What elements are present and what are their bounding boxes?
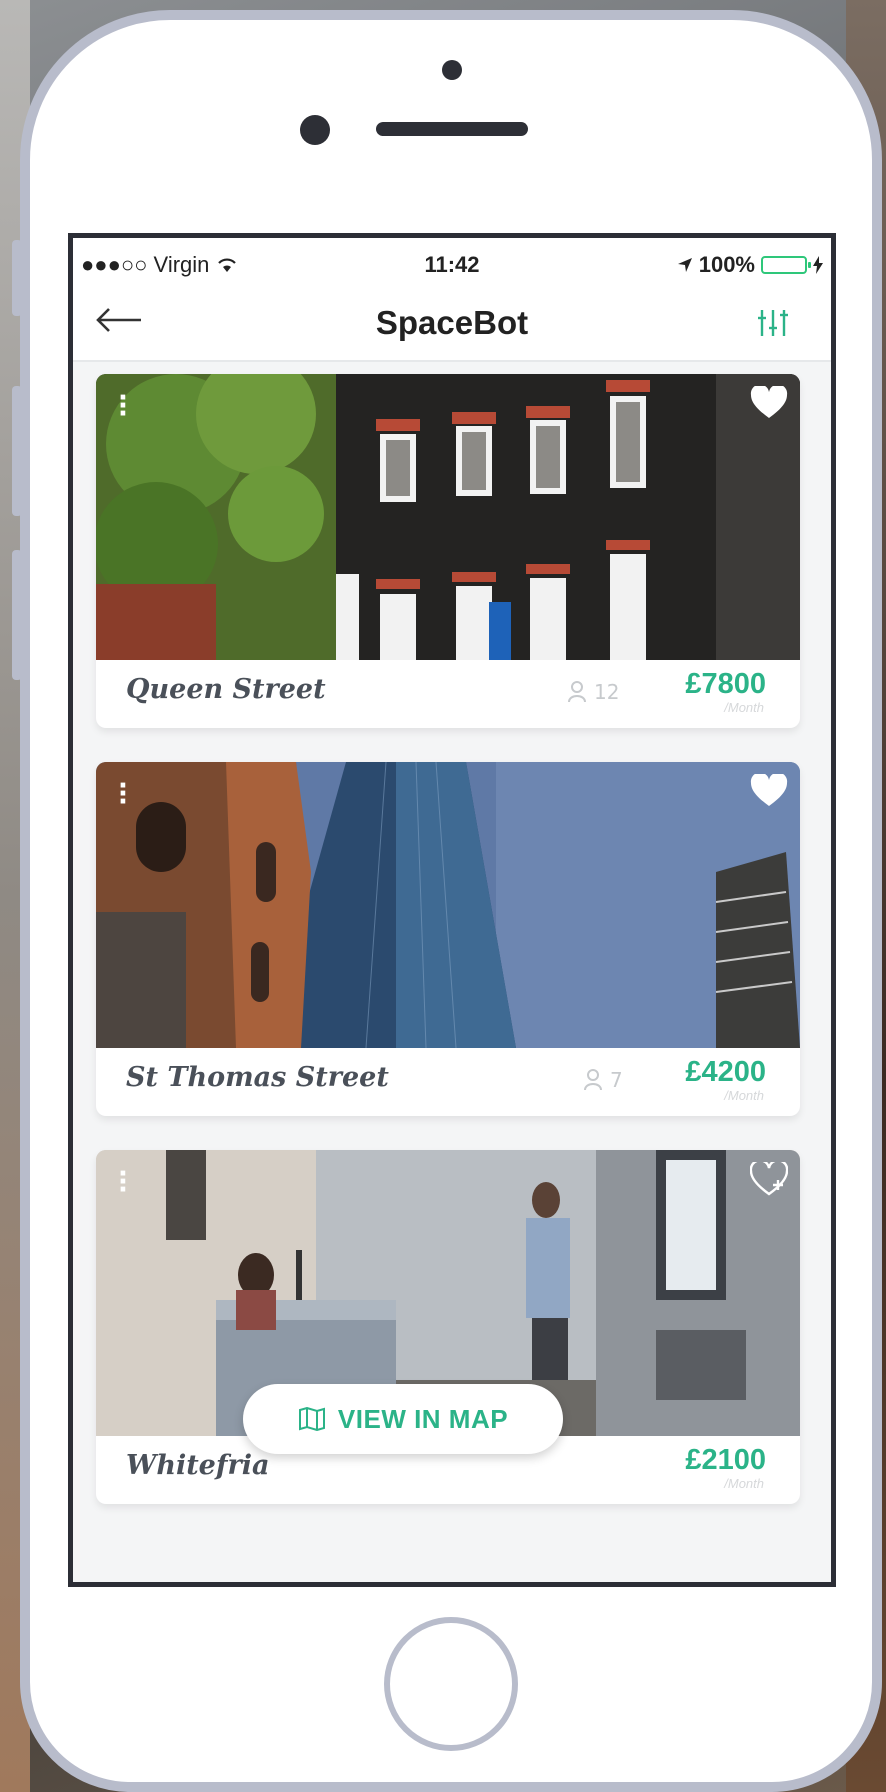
listing-photo [96,374,800,660]
listing-name: Whitefria [126,1450,270,1481]
heart-add-icon[interactable] [750,1162,788,1196]
person-icon [568,681,586,703]
capacity: 12 [566,680,619,704]
sliders-icon [758,310,788,336]
listing-card[interactable]: · · · St Thomas Street 7 £4200 /Month [96,762,800,1116]
more-options-button[interactable]: · · · [118,1161,128,1203]
listing-photo [96,762,800,1048]
battery-icon [761,256,811,274]
capacity-value: 12 [594,680,620,704]
page-title: SpaceBot [375,304,529,341]
status-right: 100% [677,252,823,278]
app-screen: ●●●○○ Virgin 11:42 100% SpaceBot · · · Q… [68,233,836,1587]
price-period: /Month [724,1476,764,1491]
earpiece-speaker [376,122,528,136]
more-options-button[interactable]: · · · [118,773,128,815]
location-arrow-icon [677,258,692,272]
capacity-value: 7 [610,1068,623,1092]
capacity: 7 [582,1068,623,1092]
heart-filled-icon[interactable] [750,386,788,420]
charging-icon [813,256,823,274]
battery-percent: 100% [698,252,755,277]
listing-price: £4200 [685,1056,766,1088]
map-icon [298,1407,325,1431]
home-button[interactable] [384,1617,518,1751]
more-options-button[interactable]: · · · [118,385,128,427]
person-icon [584,1069,602,1091]
filter-button[interactable] [755,306,791,338]
price-period: /Month [724,700,764,715]
nav-bar: SpaceBot [73,282,831,362]
front-camera [442,60,462,80]
listing-price: £2100 [685,1444,766,1476]
listing-price: £7800 [685,668,766,700]
listing-name: St Thomas Street [126,1062,389,1093]
view-in-map-button[interactable]: VIEW IN MAP [243,1384,563,1454]
price-period: /Month [724,1088,764,1103]
view-in-map-label: VIEW IN MAP [337,1403,509,1434]
listing-card[interactable]: · · · Queen Street 12 £7800 /Month [96,374,800,728]
listing-name: Queen Street [126,674,326,705]
status-bar: ●●●○○ Virgin 11:42 100% [73,238,831,282]
heart-filled-icon[interactable] [750,774,788,808]
proximity-sensor [300,115,330,145]
